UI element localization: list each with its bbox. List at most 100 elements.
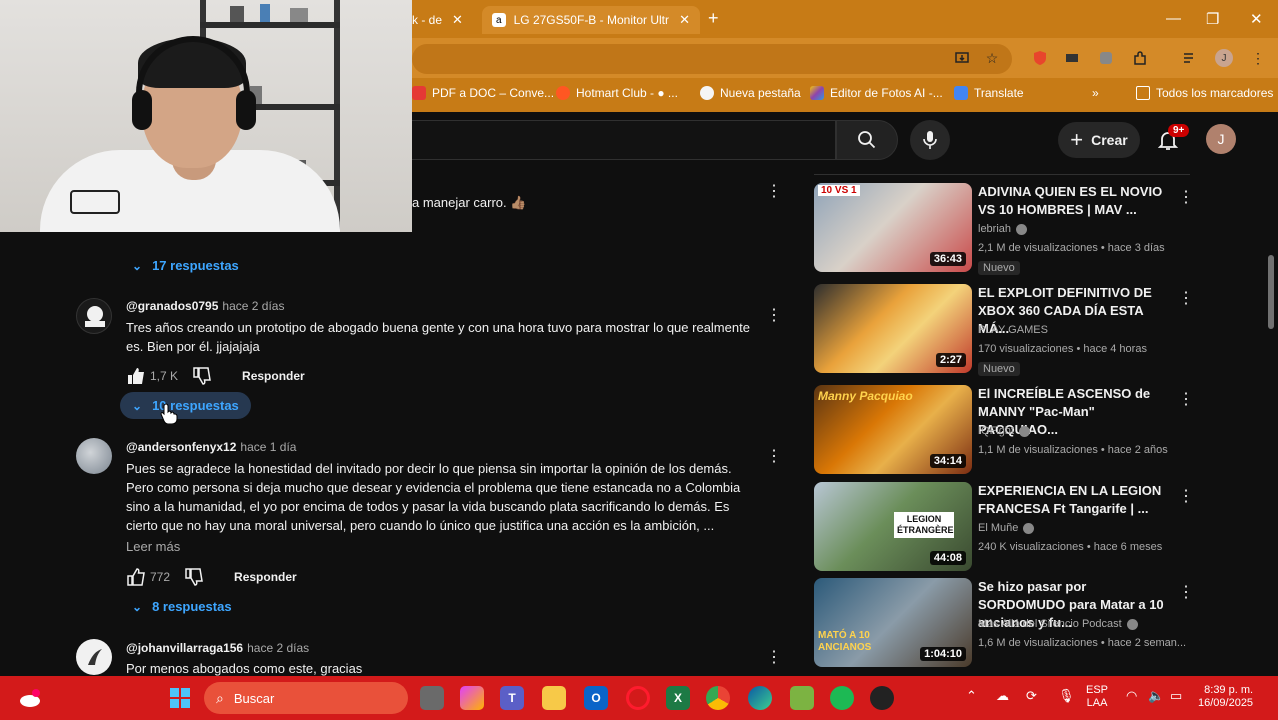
bookmark-item[interactable]: PDF a DOC – Conve... <box>412 86 554 100</box>
video-channel[interactable]: lebriah <box>978 223 1028 235</box>
excel-icon[interactable]: X <box>666 686 690 710</box>
video-channel[interactable]: El Muñe <box>978 522 1035 534</box>
dislike-icon[interactable] <box>192 366 212 386</box>
windows-start-icon[interactable] <box>168 686 192 710</box>
video-thumbnail[interactable]: Manny Pacquiao 34:14 <box>814 385 972 474</box>
replies-toggle[interactable]: ⌄ 8 respuestas <box>132 599 232 614</box>
volume-icon[interactable]: 🔈 <box>1148 688 1164 704</box>
read-more-link[interactable]: Leer más <box>126 539 180 554</box>
more-vert-icon[interactable]: ⋮ <box>766 308 782 324</box>
comment-author[interactable]: @granados0795 hace 2 días <box>126 299 284 313</box>
brave-shield-icon[interactable] <box>1030 48 1050 68</box>
search-button[interactable] <box>836 120 898 160</box>
avatar[interactable] <box>76 438 112 474</box>
all-bookmarks-button[interactable]: Todos los marcadores <box>1136 86 1273 100</box>
video-title[interactable]: EXPERIENCIA EN LA LEGION FRANCESA Ft Tan… <box>978 482 1174 518</box>
language-indicator[interactable]: ESP LAA <box>1086 684 1108 710</box>
avatar[interactable] <box>76 298 112 334</box>
more-vert-icon[interactable]: ⋮ <box>1178 187 1194 207</box>
wifi-icon[interactable]: ◠ <box>1126 688 1137 704</box>
puzzle-icon[interactable] <box>1130 48 1150 68</box>
tab-close-icon[interactable]: ✕ <box>679 12 690 28</box>
replies-toggle[interactable]: ⌄ 10 respuestas <box>120 392 251 419</box>
taskbar-search[interactable]: ⌕ Buscar <box>204 682 408 714</box>
replies-toggle[interactable]: ⌄ 17 respuestas <box>132 258 239 273</box>
reply-button[interactable]: Responder <box>242 369 305 383</box>
media-control-icon[interactable] <box>1180 48 1200 68</box>
comment-author[interactable]: @johanvillarraga156 hace 2 días <box>126 641 309 655</box>
bookmark-item[interactable]: Editor de Fotos AI -... <box>810 86 943 100</box>
recommended-video[interactable]: LEGION ÉTRANGÈRE 44:08 EXPERIENCIA EN LA… <box>814 482 1194 572</box>
like-icon[interactable] <box>126 567 146 587</box>
obs-icon[interactable] <box>870 686 894 710</box>
recommended-video[interactable]: Manny Pacquiao 34:14 El INCREÍBLE ASCENS… <box>814 385 1194 475</box>
scrollbar-thumb[interactable] <box>1268 255 1274 329</box>
bookmark-item[interactable]: Translate <box>954 86 1024 100</box>
comment-author[interactable]: @andersonfenyx12 hace 1 día <box>126 440 296 454</box>
profile-avatar[interactable]: J <box>1215 49 1233 67</box>
microphone-icon[interactable]: 🎙 <box>1058 688 1075 704</box>
weather-icon[interactable] <box>18 686 42 710</box>
tab-active[interactable]: a LG 27GS50F-B - Monitor Ultrag ✕ <box>482 6 700 34</box>
video-channel[interactable]: Más Allá del Silencio Podcast <box>978 618 1138 630</box>
like-icon[interactable] <box>126 366 146 386</box>
more-vert-icon[interactable]: ⋮ <box>1248 48 1268 68</box>
clock[interactable]: 8:39 p. m. 16/09/2025 <box>1198 684 1253 710</box>
bookmarks-overflow-button[interactable]: » <box>1092 86 1099 100</box>
video-channel[interactable]: PLAY GAMES <box>978 324 1048 336</box>
battery-icon[interactable]: ▭ <box>1170 688 1182 704</box>
extension-icon[interactable] <box>1096 48 1116 68</box>
recommended-video[interactable]: 2:27 EL EXPLOIT DEFINITIVO DE XBOX 360 C… <box>814 284 1194 376</box>
video-thumbnail[interactable]: LEGION ÉTRANGÈRE 44:08 <box>814 482 972 571</box>
video-thumbnail[interactable]: 10 VS 1 36:43 <box>814 183 972 272</box>
address-bar[interactable] <box>412 44 1012 74</box>
maximize-icon[interactable]: ❐ <box>1206 10 1219 28</box>
more-vert-icon[interactable]: ⋮ <box>766 650 782 666</box>
reply-button[interactable]: Responder <box>234 570 297 584</box>
video-thumbnail[interactable]: MATÓ A 10 ANCIANOS 1:04:10 <box>814 578 972 667</box>
recommended-video[interactable]: 10 VS 1 36:43 ADIVINA QUIEN ES EL NOVIO … <box>814 183 1194 275</box>
app-icon[interactable] <box>790 686 814 710</box>
onedrive-icon[interactable]: ☁ <box>996 688 1009 704</box>
more-vert-icon[interactable]: ⋮ <box>1178 582 1194 602</box>
dislike-icon[interactable] <box>184 567 204 587</box>
teams-icon[interactable]: T <box>500 686 524 710</box>
opera-icon[interactable] <box>626 686 650 710</box>
outlook-icon[interactable]: O <box>584 686 608 710</box>
more-vert-icon[interactable]: ⋮ <box>766 184 782 200</box>
create-button[interactable]: + Crear <box>1058 122 1140 158</box>
extension-icon[interactable] <box>1062 48 1082 68</box>
spotify-icon[interactable] <box>830 686 854 710</box>
chrome-icon[interactable] <box>706 686 730 710</box>
more-vert-icon[interactable]: ⋮ <box>766 449 782 465</box>
edge-icon[interactable] <box>748 686 772 710</box>
minimize-icon[interactable]: — <box>1166 10 1181 27</box>
close-window-icon[interactable]: ✕ <box>1250 10 1263 28</box>
recommended-video[interactable]: MATÓ A 10 ANCIANOS 1:04:10 Se hizo pasar… <box>814 578 1194 668</box>
more-vert-icon[interactable]: ⋮ <box>1178 486 1194 506</box>
search-icon: ⌕ <box>216 689 224 706</box>
video-title[interactable]: ADIVINA QUIEN ES EL NOVIO VS 10 HOMBRES … <box>978 183 1174 219</box>
install-icon[interactable] <box>952 48 972 68</box>
video-channel[interactable]: IQFight <box>978 425 1031 437</box>
avatar[interactable] <box>76 639 112 675</box>
video-thumbnail[interactable]: 2:27 <box>814 284 972 373</box>
bookmark-item[interactable]: Hotmart Club - ● ... <box>556 86 678 100</box>
comment-actions: 772 Responder <box>126 567 297 587</box>
more-vert-icon[interactable]: ⋮ <box>1178 389 1194 409</box>
bookmark-item[interactable]: Nueva pestaña <box>700 86 801 100</box>
new-tab-button[interactable]: + <box>708 8 719 29</box>
tab-close-icon[interactable]: ✕ <box>452 12 463 28</box>
avatar[interactable]: J <box>1206 124 1236 154</box>
tab-inactive[interactable]: k - de ✕ <box>412 6 463 34</box>
file-explorer-icon[interactable] <box>542 686 566 710</box>
more-vert-icon[interactable]: ⋮ <box>1178 288 1194 308</box>
verified-icon <box>1126 618 1138 630</box>
task-view-icon[interactable] <box>420 686 444 710</box>
chevron-up-icon[interactable]: ⌃ <box>966 688 977 704</box>
search-input[interactable] <box>412 120 836 160</box>
copilot-icon[interactable] <box>460 686 484 710</box>
voice-search-button[interactable] <box>910 120 950 160</box>
sync-icon[interactable]: ⟳ <box>1026 688 1037 704</box>
bookmark-star-icon[interactable]: ☆ <box>982 48 1002 68</box>
